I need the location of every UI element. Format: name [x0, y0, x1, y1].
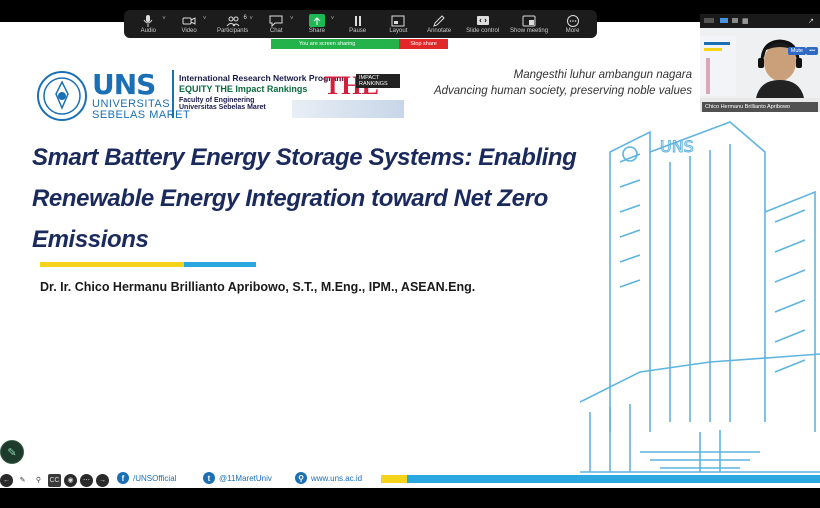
people-icon	[225, 14, 241, 27]
share-caret-icon[interactable]: ˅	[331, 16, 335, 22]
slide-control-icon	[475, 14, 491, 27]
more-icon	[565, 14, 581, 27]
more-label: More	[565, 28, 580, 34]
gallery-view-icon[interactable]	[732, 18, 738, 23]
twitter-icon: t	[203, 472, 215, 484]
next-arrow-icon[interactable]: →	[96, 473, 109, 487]
author-name: Dr. Ir. Chico Hermanu Brillianto Apribow…	[40, 280, 476, 294]
annotate-button[interactable]: Annotate	[419, 10, 460, 38]
tower-photo-strip	[292, 100, 404, 118]
participant-name: Chico Hermanu Brillianto Apribowo	[702, 102, 818, 112]
participants-caret-icon[interactable]: ˅	[249, 16, 253, 22]
grid-icon[interactable]: ▦	[742, 17, 749, 25]
facebook-icon: f	[117, 472, 129, 484]
chat-bubble-icon	[268, 14, 284, 27]
title-underline-blue	[184, 262, 256, 267]
screen-share-status-bar: You are screen sharing Stop share	[271, 39, 448, 49]
share-button[interactable]: Share ˅	[297, 10, 338, 38]
share-label: Share	[308, 28, 325, 34]
title-underline-yellow	[40, 262, 184, 267]
uns-seal-icon	[37, 71, 87, 121]
layout-button[interactable]: Layout	[378, 10, 419, 38]
screen-share-status: You are screen sharing	[271, 39, 399, 49]
window-icon	[521, 14, 537, 27]
draw-pen-icon[interactable]: ✎	[16, 474, 29, 487]
minimize-icon[interactable]	[704, 18, 714, 23]
participants-button[interactable]: 6 Participants ˅	[209, 10, 255, 38]
shared-slide: UNS UNS UNIVERSITAS SEBELAS MARET Intern…	[0, 22, 820, 488]
pen-icon: ✎	[7, 446, 17, 459]
audio-button[interactable]: Audio ˅	[128, 10, 169, 38]
pause-label: Pause	[349, 28, 367, 34]
speaker-video-frame	[700, 28, 820, 98]
irn-program-banner: International Research Network Program E…	[172, 70, 405, 118]
expand-icon[interactable]: ↗	[808, 17, 814, 25]
footer-web-text: www.uns.ac.id	[311, 473, 363, 483]
participants-count: 6	[243, 15, 247, 21]
show-meeting-label: Show meeting	[510, 28, 549, 34]
pencil-icon	[431, 14, 447, 27]
chat-button[interactable]: Chat ˅	[256, 10, 297, 38]
chat-label: Chat	[269, 28, 283, 34]
uns-logo: UNS UNIVERSITAS SEBELAS MARET	[36, 70, 190, 122]
annotate-label: Annotate	[427, 28, 452, 34]
footer-web: ⚲ www.uns.ac.id	[295, 472, 362, 484]
video-panel-header: ▦ ↗	[700, 14, 820, 28]
the-badge-line2: RANKINGS	[359, 81, 388, 87]
pause-icon	[350, 14, 366, 27]
back-arrow-icon[interactable]: ←	[0, 473, 13, 487]
participants-label: Participants	[216, 28, 249, 34]
laser-pointer-icon[interactable]: ◉	[64, 473, 77, 487]
meeting-toolbar: Audio ˅ Video ˅ 6 Participants ˅ Chat ˅ …	[124, 10, 597, 38]
annotation-tools: ← ✎ ⚲ CC ◉ ⋯ →	[0, 473, 112, 487]
speaker-view-icon[interactable]	[720, 18, 728, 23]
video-button[interactable]: Video ˅	[169, 10, 210, 38]
slide-control-button[interactable]: Slide control	[459, 10, 505, 38]
title-line3: Emissions	[32, 226, 149, 253]
footer-facebook-text: /UNSOfficial	[133, 473, 177, 483]
mute-button[interactable]: Mute	[787, 47, 806, 55]
self-video-panel: ▦ ↗ Mute ••• Chico Hermanu Brillianto Ap…	[700, 14, 820, 112]
microphone-icon	[140, 14, 156, 27]
camera-icon	[181, 14, 197, 27]
options-icon[interactable]: ⋯	[80, 473, 93, 487]
title-line1: Smart Battery Energy Storage Systems: En…	[32, 144, 577, 171]
footer-bar-yellow	[381, 475, 407, 483]
svg-text:UNS: UNS	[660, 137, 694, 156]
footer-bar-blue	[407, 475, 820, 483]
title-line2: Renewable Energy Integration toward Net …	[32, 185, 548, 212]
annotation-toggle-button[interactable]: ✎	[0, 440, 24, 464]
university-motto: Mangesthi luhur ambangun nagara Advancin…	[434, 67, 692, 99]
self-video-feed[interactable]: Mute ••• Chico Hermanu Brillianto Apribo…	[700, 28, 820, 112]
motto-line2: Advancing human society, preserving nobl…	[433, 85, 692, 97]
show-meeting-button[interactable]: Show meeting	[506, 10, 552, 38]
video-label: Video	[181, 28, 197, 34]
layout-icon	[390, 14, 406, 27]
more-button[interactable]: More	[552, 10, 593, 38]
video-more-button[interactable]: •••	[806, 47, 818, 55]
stop-share-button[interactable]: Stop share	[399, 39, 448, 49]
pause-button[interactable]: Pause	[337, 10, 378, 38]
slide-footer: f /UNSOfficial t @11MaretUniv ⚲ www.uns.…	[0, 470, 820, 488]
layout-label: Layout	[389, 28, 408, 34]
audio-label: Audio	[140, 28, 157, 34]
footer-twitter-text: @11MaretUniv	[219, 473, 272, 483]
motto-line1: Mangesthi luhur ambangun nagara	[513, 69, 692, 81]
the-badge: IMPACT RANKINGS	[356, 74, 400, 88]
captions-icon[interactable]: CC	[48, 473, 61, 487]
zoom-icon[interactable]: ⚲	[32, 474, 45, 487]
footer-facebook: f /UNSOfficial	[117, 472, 176, 484]
share-screen-icon	[308, 14, 325, 27]
footer-twitter: t @11MaretUniv	[203, 472, 272, 484]
slide-title: Smart Battery Energy Storage Systems: En…	[32, 137, 632, 260]
slide-control-label: Slide control	[466, 28, 500, 34]
video-caret-icon[interactable]: ˅	[203, 16, 207, 22]
the-impact-rankings-logo: THE IMPACT RANKINGS	[324, 72, 404, 102]
web-search-icon: ⚲	[295, 472, 307, 484]
stop-share-label: Stop share	[410, 41, 437, 47]
audio-caret-icon[interactable]: ˅	[162, 16, 166, 22]
chat-caret-icon[interactable]: ˅	[290, 16, 294, 22]
